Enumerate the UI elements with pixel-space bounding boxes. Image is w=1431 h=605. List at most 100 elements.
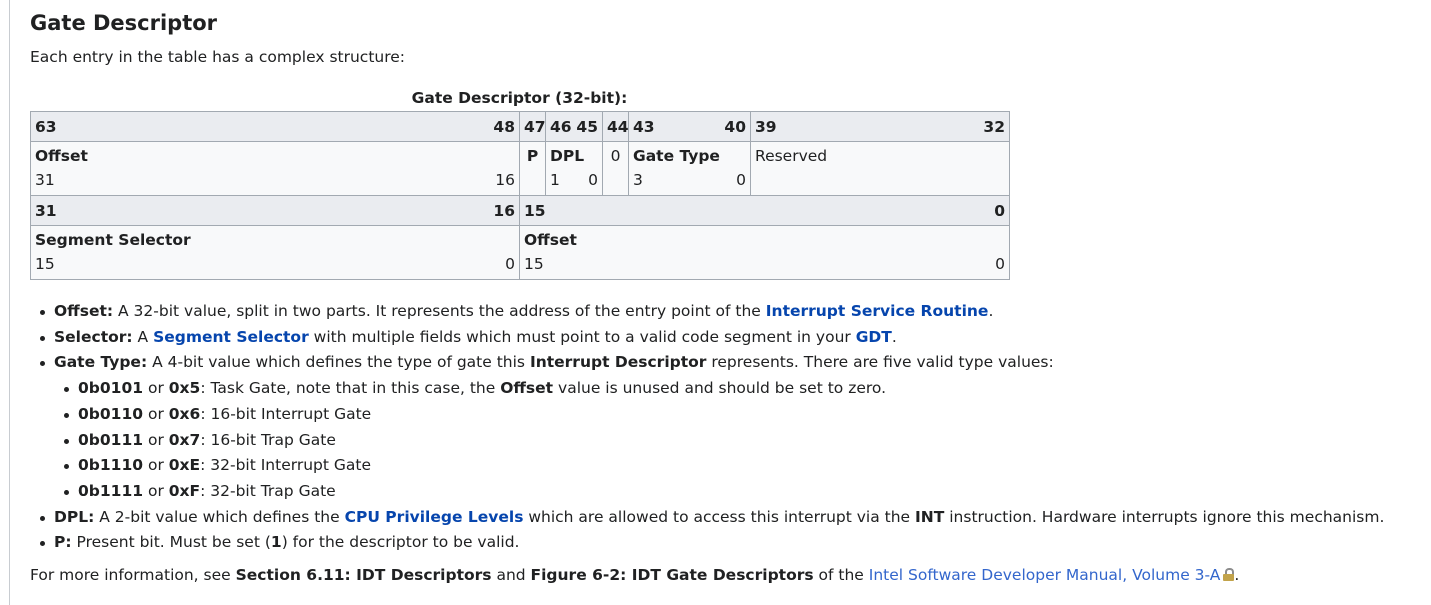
term: 1 [270,533,282,552]
interrupt-service-routine-link[interactable]: Interrupt Service Routine [766,302,989,320]
list-item: DPL: A 2-bit value which defines the CPU… [40,505,1431,531]
code: 0b0111 [78,430,144,449]
text: : 32-bit Trap Gate [200,481,336,500]
text: or [143,456,169,475]
bit-label: 40 [724,117,746,136]
section-heading: Gate Descriptor [30,11,218,35]
list-item: 0b1110 or 0xE: 32-bit Interrupt Gate [64,453,1431,479]
bit-label: 15 [35,255,55,273]
text: value is unused and should be set to zer… [553,379,887,398]
list-item: P: Present bit. Must be set (1) for the … [40,530,1431,556]
list-item: 0b0111 or 0x7: 16-bit Trap Gate [64,428,1431,454]
left-border [9,0,10,605]
lock-icon [1223,568,1235,581]
term: DPL: [54,507,95,526]
term: INT [915,507,945,526]
field-dpl: DPL 1 0 [545,141,603,196]
bit-label: 16 [495,171,515,189]
bit-label: 0 [994,201,1005,220]
more-information: For more information, see Section 6.11: … [30,566,1239,584]
bit-label: 45 [576,117,598,136]
code: 0b1111 [78,481,144,500]
text: : 16-bit Trap Gate [200,430,336,449]
field-reserved: Reserved [750,141,1010,196]
bit-range-header: 15 0 [519,195,1010,226]
field-gate-type: Gate Type 3 0 [628,141,751,196]
code: 0xE [168,456,201,475]
field-segment-selector: Segment Selector 15 0 [30,225,520,280]
field-name: Offset [524,231,577,249]
text: instruction. Hardware interrupts ignore … [944,507,1385,526]
text: or [143,404,169,423]
cpu-privilege-levels-link[interactable]: CPU Privilege Levels [345,508,524,526]
bit-label: 63 [35,117,57,136]
intel-manual-link[interactable]: Intel Software Developer Manual, Volume … [869,566,1221,584]
bit-label: 43 [633,117,655,136]
code: 0b1110 [78,456,144,475]
text: : Task Gate, note that in this case, the [200,379,501,398]
bit-label: 39 [755,117,777,136]
reference: Section 6.11: IDT Descriptors [235,566,492,584]
code: 0x6 [168,404,201,423]
list-item: Gate Type: A 4-bit value which defines t… [40,350,1431,505]
code: 0x7 [168,430,201,449]
bit-label: 15 [524,201,546,220]
bit-label: 16 [493,201,515,220]
bit-label: 31 [35,201,57,220]
term: Gate Type: [54,353,148,372]
gate-type-list: 0b0101 or 0x5: Task Gate, note that in t… [54,376,1431,505]
gate-descriptor-table: 63 48 47 46 45 44 43 40 39 32 Offset 31 16 P … [30,111,1010,280]
gdt-link[interactable]: GDT [856,328,892,346]
bit-label: 48 [493,117,515,136]
term: Selector: [54,327,133,346]
code: 0xF [168,481,201,500]
table-row: 31 16 15 0 [30,195,1010,226]
field-name: P [526,147,539,165]
field-offset-low: Offset 15 0 [519,225,1010,280]
term: Interrupt Descriptor [529,353,707,372]
text: of the [813,566,869,584]
list-item: Selector: A Segment Selector with multip… [40,325,1431,351]
list-item: Offset: A 32-bit value, split in two par… [40,299,1431,325]
bit-range-header: 47 [519,111,546,142]
text: A 32-bit value, split in two parts. It r… [113,302,766,320]
bit-label: 0 [505,255,515,273]
text: : 32-bit Interrupt Gate [200,456,372,475]
bit-range-header: 63 48 [30,111,520,142]
text: A 4-bit value which defines the type of … [147,353,530,372]
field-name: Offset [35,147,88,165]
field-zero: 0 [602,141,629,196]
bit-label: 46 [550,117,572,136]
text: . [891,327,897,346]
code: 0b0110 [78,404,144,423]
bit-range-header: 39 32 [750,111,1010,142]
bit-label: 31 [35,171,55,189]
bit-range-header: 46 45 [545,111,603,142]
list-item: 0b1111 or 0xF: 32-bit Trap Gate [64,479,1431,505]
bit-label: 0 [736,171,746,189]
text: represents. There are five valid type va… [706,353,1054,372]
table-row: Segment Selector 15 0 Offset 15 0 [30,225,1010,280]
list-item: 0b0110 or 0x6: 16-bit Interrupt Gate [64,402,1431,428]
bit-label: 3 [633,171,643,189]
text: A 2-bit value which defines the [94,507,345,526]
bit-label: 1 [550,171,560,189]
term: Offset: [54,302,114,320]
term: Offset [500,379,554,398]
field-present: P [519,141,546,196]
text: Present bit. Must be set ( [71,533,271,552]
text: or [143,379,169,398]
bit-range-header: 44 [602,111,629,142]
table-row: Offset 31 16 P DPL 10 0 Gate Type 30 Rese… [30,141,1010,196]
field-name: 0 [610,147,621,165]
field-offset-high: Offset 31 16 [30,141,520,196]
table-row: 63 48 47 46 45 44 43 40 39 32 [30,111,1010,142]
text: A [132,327,154,346]
segment-selector-link[interactable]: Segment Selector [153,328,309,346]
code: 0x5 [168,379,201,398]
field-name: Segment Selector [35,231,191,249]
text: . [988,302,994,320]
bit-label: 0 [995,255,1005,273]
field-description-list: Offset: A 32-bit value, split in two par… [30,299,1431,556]
bit-label: 15 [524,255,544,273]
